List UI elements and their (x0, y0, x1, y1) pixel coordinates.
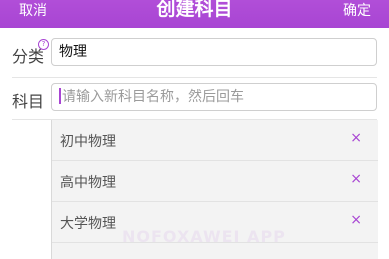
category-field[interactable]: 物理 (51, 38, 377, 66)
subject-input[interactable]: 请输入新科目名称，然后回车 (51, 83, 377, 111)
subject-name: 大学物理 (60, 216, 116, 232)
close-icon[interactable]: × (350, 212, 362, 228)
page-title: 创建科目 (156, 0, 233, 20)
question-icon[interactable]: ? (38, 39, 49, 50)
subject-name: 初中物理 (60, 134, 116, 150)
divider (12, 77, 377, 78)
close-icon[interactable]: × (350, 130, 362, 146)
category-row: 分类 ? 物理 (0, 38, 389, 68)
list-item[interactable]: 高中物理 × (52, 161, 378, 202)
subject-input-placeholder: 请输入新科目名称，然后回车 (62, 89, 244, 105)
title-bar: 取消 创建科目 确定 (0, 0, 389, 28)
subject-name: 高中物理 (60, 175, 116, 191)
confirm-button[interactable]: 确定 (343, 2, 371, 20)
watermark: NOFOXAWEI APP (122, 227, 286, 246)
subject-row: 科目 请输入新科目名称，然后回车 (0, 83, 389, 113)
create-subject-screen: 取消 创建科目 确定 分类 ? 物理 科目 请输入新科目名称，然后回车 初中物理… (0, 0, 389, 259)
list-item[interactable]: 初中物理 × (52, 120, 378, 161)
subject-label: 科目 (12, 92, 45, 111)
close-icon[interactable]: × (350, 171, 362, 187)
text-caret (59, 88, 61, 104)
